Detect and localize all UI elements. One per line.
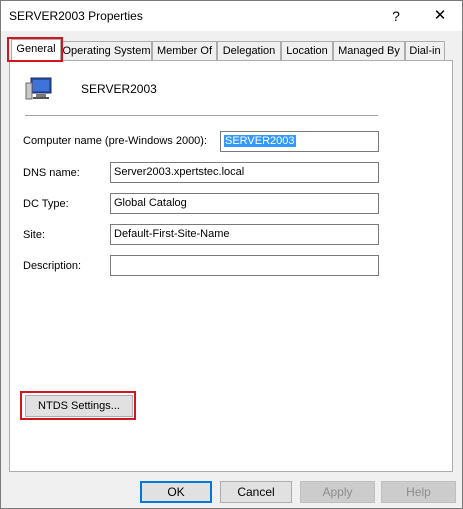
computer-name-label: Computer name (pre-Windows 2000):: [23, 135, 208, 147]
general-tab-highlight: [7, 37, 63, 62]
site-label: Site:: [23, 229, 46, 241]
tab-operating-system[interactable]: Operating System: [61, 41, 152, 61]
ntds-settings-highlight: [20, 391, 136, 420]
tab-managed-by[interactable]: Managed By: [333, 41, 405, 61]
dc-type-field[interactable]: Global Catalog: [110, 193, 379, 214]
description-label: Description:: [23, 260, 82, 272]
tab-dial-in[interactable]: Dial-in: [405, 41, 445, 61]
separator: [25, 115, 378, 116]
tab-location[interactable]: Location: [281, 41, 333, 61]
help-icon[interactable]: ?: [382, 5, 410, 27]
computer-name-value: SERVER2003: [224, 135, 296, 147]
cancel-button[interactable]: Cancel: [220, 481, 292, 503]
tab-delegation[interactable]: Delegation: [217, 41, 281, 61]
description-field[interactable]: [110, 255, 379, 276]
properties-dialog: SERVER2003 Properties ? ✕ General Operat…: [0, 0, 463, 509]
title-bar[interactable]: SERVER2003 Properties ? ✕: [1, 1, 462, 31]
site-field[interactable]: Default-First-Site-Name: [110, 224, 379, 245]
computer-name-heading: SERVER2003: [81, 82, 157, 96]
computer-icon: [25, 77, 52, 100]
tab-strip: General Operating System Member Of Deleg…: [1, 39, 462, 62]
window-title: SERVER2003 Properties: [9, 9, 143, 23]
dns-name-label: DNS name:: [23, 167, 80, 179]
help-button[interactable]: Help: [381, 481, 456, 503]
apply-button[interactable]: Apply: [300, 481, 375, 503]
dc-type-label: DC Type:: [23, 198, 69, 210]
close-icon[interactable]: ✕: [426, 5, 454, 27]
computer-name-field[interactable]: SERVER2003: [220, 131, 379, 152]
dns-name-field[interactable]: Server2003.xpertstec.local: [110, 162, 379, 183]
ok-button[interactable]: OK: [140, 481, 212, 503]
tab-member-of[interactable]: Member Of: [152, 41, 217, 61]
